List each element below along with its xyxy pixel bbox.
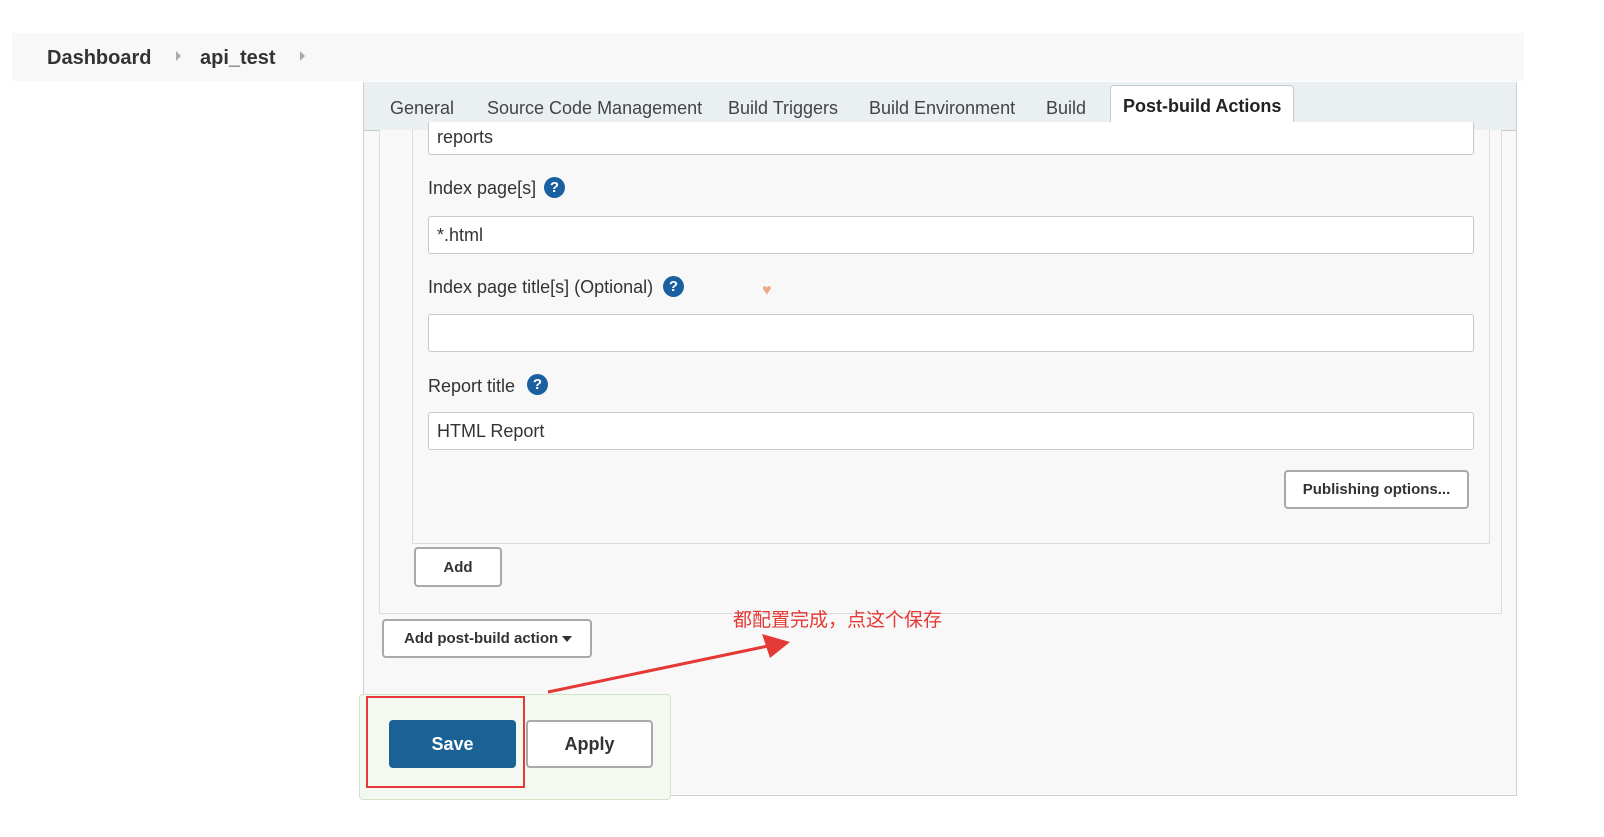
- publishing-options-button[interactable]: Publishing options...: [1284, 470, 1469, 509]
- breadcrumb: Dashboard api_test: [12, 33, 1524, 81]
- breadcrumb-dashboard[interactable]: Dashboard: [47, 47, 151, 70]
- index-pages-input[interactable]: *.html: [428, 216, 1474, 254]
- tab-build-triggers[interactable]: Build Triggers: [728, 98, 838, 119]
- help-icon[interactable]: ?: [663, 276, 684, 297]
- arrow-icon: [547, 634, 790, 694]
- report-dir-input[interactable]: reports: [428, 122, 1474, 155]
- help-icon[interactable]: ?: [527, 374, 548, 395]
- index-pages-label: Index page[s]: [428, 178, 537, 198]
- breadcrumb-api-test[interactable]: api_test: [200, 47, 276, 70]
- chevron-right-icon[interactable]: [300, 51, 305, 61]
- apply-button[interactable]: Apply: [526, 720, 653, 768]
- index-page-titles-input[interactable]: [428, 314, 1474, 352]
- tab-build-environment[interactable]: Build Environment: [869, 98, 1015, 119]
- report-title-input[interactable]: HTML Report: [428, 412, 1474, 450]
- highlight-box: [366, 696, 525, 788]
- index-page-titles-label: Index page title[s] (Optional): [428, 277, 654, 297]
- annotation-text: 都配置完成，点这个保存: [733, 609, 943, 631]
- chevron-right-icon[interactable]: [176, 51, 181, 61]
- heart-icon: ♥: [762, 282, 772, 299]
- tab-source-code-management[interactable]: Source Code Management: [487, 98, 702, 119]
- tab-general[interactable]: General: [390, 98, 454, 119]
- tab-build[interactable]: Build: [1046, 98, 1086, 119]
- help-icon[interactable]: ?: [544, 177, 565, 198]
- add-button[interactable]: Add: [414, 547, 502, 587]
- report-title-label: Report title: [428, 376, 516, 396]
